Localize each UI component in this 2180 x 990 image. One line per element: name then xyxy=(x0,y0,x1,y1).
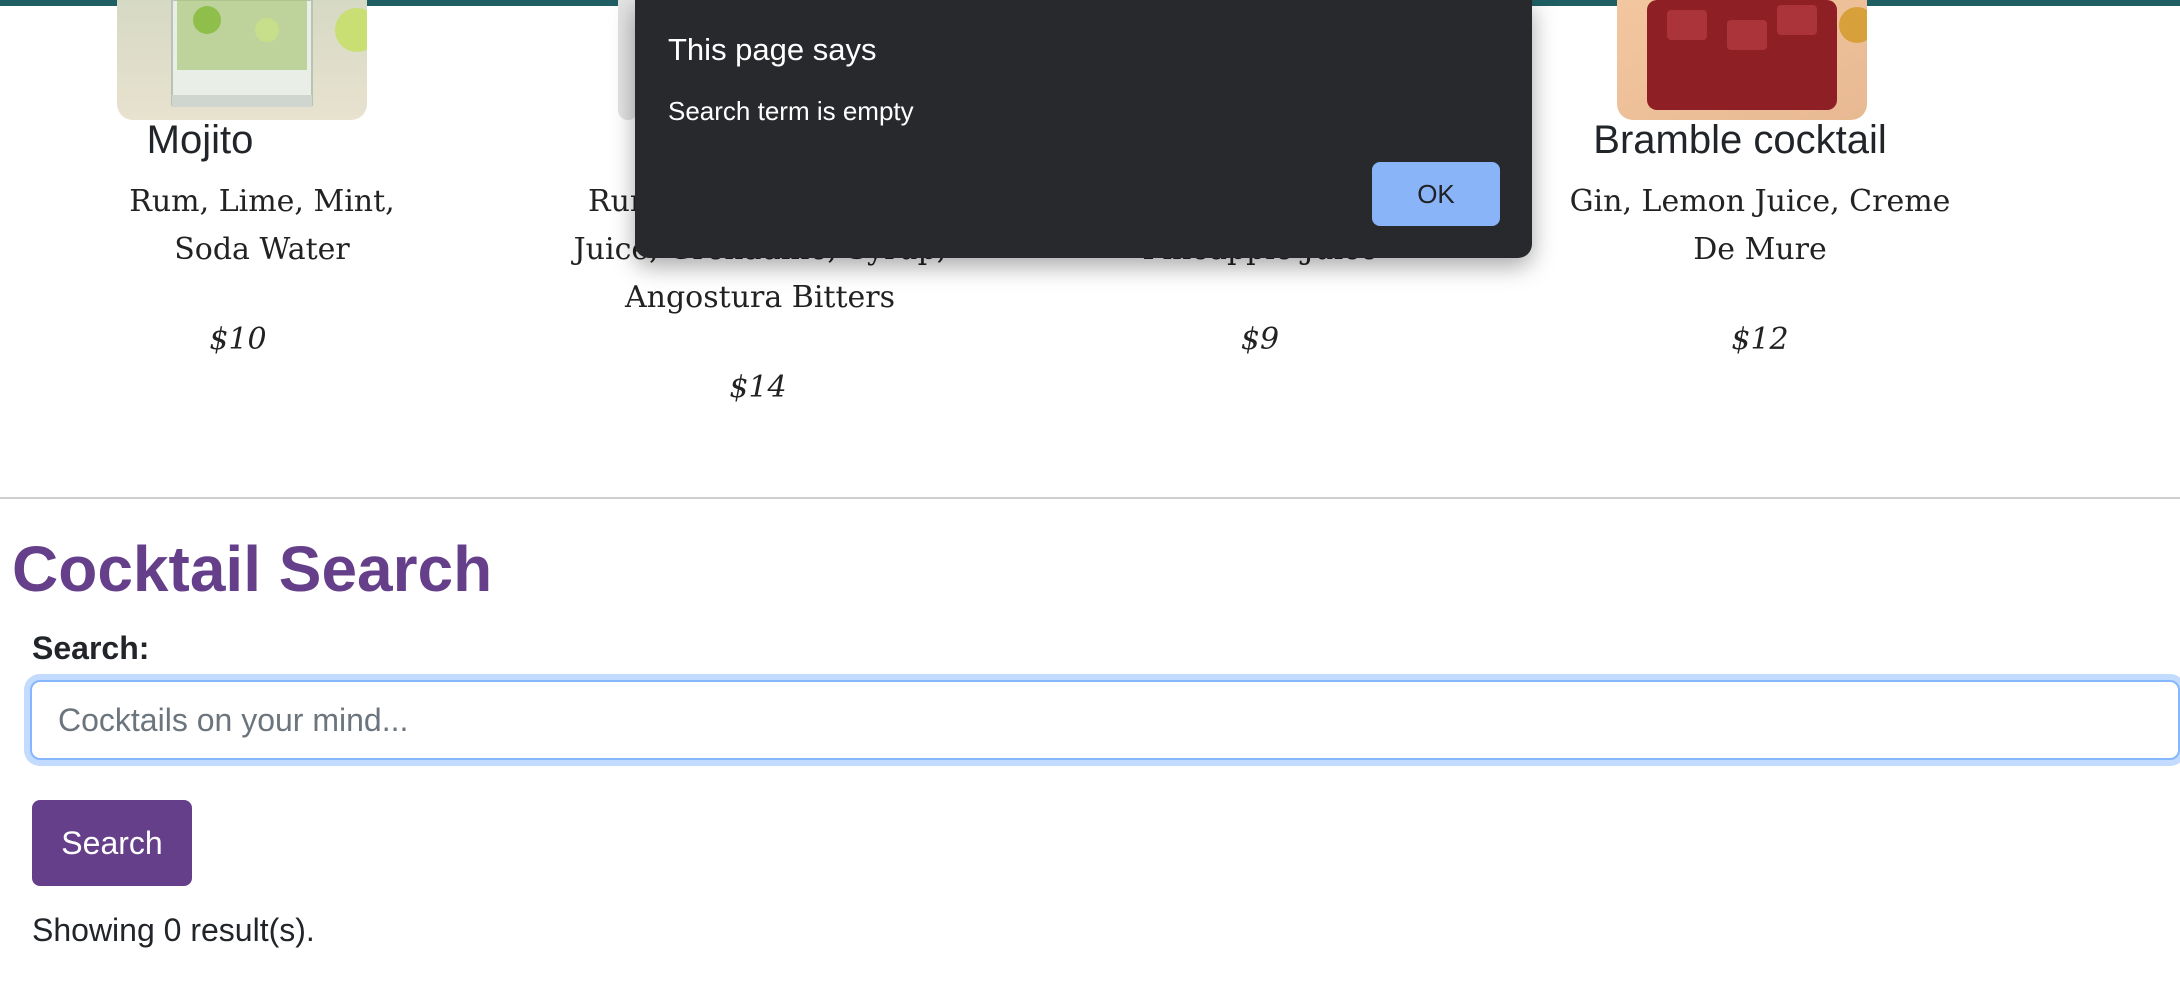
bramble-image xyxy=(1617,0,1867,120)
results-count: Showing 0 result(s). xyxy=(32,912,315,948)
dialog-title: This page says xyxy=(668,32,877,67)
search-input[interactable] xyxy=(30,680,2180,760)
cocktail-price: $10 xyxy=(209,322,267,357)
ingredients-line-3: Angostura Bitters xyxy=(624,280,896,315)
cocktail-name: Bramble cocktail xyxy=(1593,118,1887,162)
alert-dialog: This page says Search term is empty OK xyxy=(635,0,1532,258)
cocktail-name: Mojito xyxy=(146,118,254,162)
cocktail-ingredients: Gin, Lemon Juice, Creme De Mure xyxy=(1569,184,1951,267)
cocktail-price: $12 xyxy=(1731,322,1789,357)
cocktail-price: $14 xyxy=(729,370,787,405)
cocktail-price: $9 xyxy=(1240,322,1280,357)
mojito-image xyxy=(117,0,367,120)
section-divider xyxy=(0,497,2180,499)
cocktail-ingredients: Rum, Lime, Mint, Soda Water xyxy=(129,184,395,267)
dialog-message: Search term is empty xyxy=(668,96,914,126)
bramble-glass-icon xyxy=(1617,0,1867,120)
dialog-ok-button[interactable]: OK xyxy=(1372,162,1500,226)
mojito-glass-icon xyxy=(117,0,367,120)
search-button[interactable]: Search xyxy=(32,800,192,886)
page-title: Cocktail Search xyxy=(12,533,493,605)
search-label: Search: xyxy=(32,630,150,666)
